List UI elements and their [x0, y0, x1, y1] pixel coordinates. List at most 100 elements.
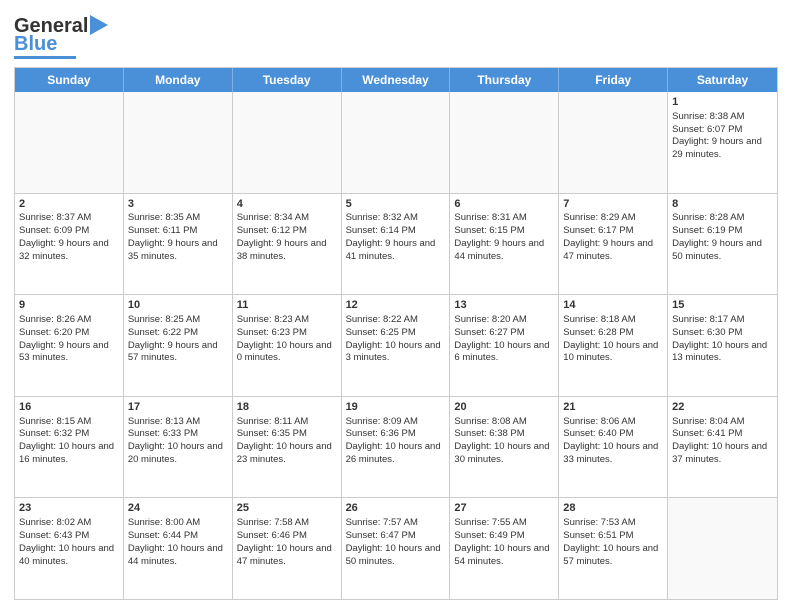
day-number: 26 [346, 501, 446, 516]
day-number: 7 [563, 197, 663, 212]
day-info: Sunrise: 8:02 AM Sunset: 6:43 PM Dayligh… [19, 517, 117, 566]
day-info: Sunrise: 8:37 AM Sunset: 6:09 PM Dayligh… [19, 212, 111, 261]
calendar-cell: 17Sunrise: 8:13 AM Sunset: 6:33 PM Dayli… [124, 397, 233, 498]
day-info: Sunrise: 8:04 AM Sunset: 6:41 PM Dayligh… [672, 416, 770, 465]
day-number: 22 [672, 400, 773, 415]
calendar-cell [668, 498, 777, 599]
day-number: 19 [346, 400, 446, 415]
day-info: Sunrise: 8:17 AM Sunset: 6:30 PM Dayligh… [672, 314, 770, 363]
calendar-row: 23Sunrise: 8:02 AM Sunset: 6:43 PM Dayli… [15, 498, 777, 599]
day-info: Sunrise: 8:29 AM Sunset: 6:17 PM Dayligh… [563, 212, 655, 261]
day-info: Sunrise: 8:15 AM Sunset: 6:32 PM Dayligh… [19, 416, 117, 465]
calendar-body: 1Sunrise: 8:38 AM Sunset: 6:07 PM Daylig… [15, 92, 777, 599]
calendar-cell: 14Sunrise: 8:18 AM Sunset: 6:28 PM Dayli… [559, 295, 668, 396]
calendar-cell: 15Sunrise: 8:17 AM Sunset: 6:30 PM Dayli… [668, 295, 777, 396]
header: General Blue [14, 12, 778, 59]
logo-blue: Blue [14, 34, 57, 54]
day-info: Sunrise: 8:23 AM Sunset: 6:23 PM Dayligh… [237, 314, 335, 363]
day-info: Sunrise: 7:53 AM Sunset: 6:51 PM Dayligh… [563, 517, 661, 566]
calendar-cell: 28Sunrise: 7:53 AM Sunset: 6:51 PM Dayli… [559, 498, 668, 599]
calendar-cell [450, 92, 559, 193]
day-number: 10 [128, 298, 228, 313]
calendar-cell: 12Sunrise: 8:22 AM Sunset: 6:25 PM Dayli… [342, 295, 451, 396]
calendar-cell: 4Sunrise: 8:34 AM Sunset: 6:12 PM Daylig… [233, 194, 342, 295]
day-number: 12 [346, 298, 446, 313]
day-number: 9 [19, 298, 119, 313]
day-number: 21 [563, 400, 663, 415]
calendar-cell: 16Sunrise: 8:15 AM Sunset: 6:32 PM Dayli… [15, 397, 124, 498]
day-number: 28 [563, 501, 663, 516]
day-info: Sunrise: 8:18 AM Sunset: 6:28 PM Dayligh… [563, 314, 661, 363]
day-info: Sunrise: 8:35 AM Sunset: 6:11 PM Dayligh… [128, 212, 220, 261]
day-info: Sunrise: 8:34 AM Sunset: 6:12 PM Dayligh… [237, 212, 329, 261]
calendar-cell: 5Sunrise: 8:32 AM Sunset: 6:14 PM Daylig… [342, 194, 451, 295]
logo: General Blue [14, 16, 108, 59]
weekday-header: Sunday [15, 68, 124, 92]
weekday-header: Saturday [668, 68, 777, 92]
page: General Blue SundayMondayTuesdayWednesda… [0, 0, 792, 612]
day-number: 17 [128, 400, 228, 415]
calendar-cell: 23Sunrise: 8:02 AM Sunset: 6:43 PM Dayli… [15, 498, 124, 599]
calendar-header: SundayMondayTuesdayWednesdayThursdayFrid… [15, 68, 777, 92]
calendar-cell [124, 92, 233, 193]
calendar-cell: 20Sunrise: 8:08 AM Sunset: 6:38 PM Dayli… [450, 397, 559, 498]
day-number: 3 [128, 197, 228, 212]
calendar-cell: 26Sunrise: 7:57 AM Sunset: 6:47 PM Dayli… [342, 498, 451, 599]
day-number: 8 [672, 197, 773, 212]
day-info: Sunrise: 7:55 AM Sunset: 6:49 PM Dayligh… [454, 517, 552, 566]
day-info: Sunrise: 8:09 AM Sunset: 6:36 PM Dayligh… [346, 416, 444, 465]
day-info: Sunrise: 8:00 AM Sunset: 6:44 PM Dayligh… [128, 517, 226, 566]
calendar-cell [342, 92, 451, 193]
calendar-cell: 10Sunrise: 8:25 AM Sunset: 6:22 PM Dayli… [124, 295, 233, 396]
day-info: Sunrise: 8:28 AM Sunset: 6:19 PM Dayligh… [672, 212, 764, 261]
calendar-cell: 21Sunrise: 8:06 AM Sunset: 6:40 PM Dayli… [559, 397, 668, 498]
day-number: 23 [19, 501, 119, 516]
calendar-cell: 6Sunrise: 8:31 AM Sunset: 6:15 PM Daylig… [450, 194, 559, 295]
calendar-cell [559, 92, 668, 193]
calendar-cell: 3Sunrise: 8:35 AM Sunset: 6:11 PM Daylig… [124, 194, 233, 295]
day-number: 11 [237, 298, 337, 313]
day-number: 20 [454, 400, 554, 415]
calendar: SundayMondayTuesdayWednesdayThursdayFrid… [14, 67, 778, 600]
day-number: 15 [672, 298, 773, 313]
day-number: 14 [563, 298, 663, 313]
logo-underline [14, 56, 76, 59]
calendar-cell: 19Sunrise: 8:09 AM Sunset: 6:36 PM Dayli… [342, 397, 451, 498]
day-number: 13 [454, 298, 554, 313]
day-info: Sunrise: 7:57 AM Sunset: 6:47 PM Dayligh… [346, 517, 444, 566]
calendar-row: 16Sunrise: 8:15 AM Sunset: 6:32 PM Dayli… [15, 397, 777, 499]
calendar-row: 2Sunrise: 8:37 AM Sunset: 6:09 PM Daylig… [15, 194, 777, 296]
calendar-cell [15, 92, 124, 193]
weekday-header: Tuesday [233, 68, 342, 92]
day-number: 16 [19, 400, 119, 415]
logo-icon [90, 15, 108, 35]
calendar-cell: 22Sunrise: 8:04 AM Sunset: 6:41 PM Dayli… [668, 397, 777, 498]
calendar-cell: 18Sunrise: 8:11 AM Sunset: 6:35 PM Dayli… [233, 397, 342, 498]
calendar-cell: 25Sunrise: 7:58 AM Sunset: 6:46 PM Dayli… [233, 498, 342, 599]
day-number: 18 [237, 400, 337, 415]
weekday-header: Friday [559, 68, 668, 92]
day-number: 2 [19, 197, 119, 212]
day-number: 4 [237, 197, 337, 212]
weekday-header: Monday [124, 68, 233, 92]
day-number: 25 [237, 501, 337, 516]
day-info: Sunrise: 7:58 AM Sunset: 6:46 PM Dayligh… [237, 517, 335, 566]
day-number: 27 [454, 501, 554, 516]
day-info: Sunrise: 8:32 AM Sunset: 6:14 PM Dayligh… [346, 212, 438, 261]
calendar-cell: 1Sunrise: 8:38 AM Sunset: 6:07 PM Daylig… [668, 92, 777, 193]
calendar-row: 9Sunrise: 8:26 AM Sunset: 6:20 PM Daylig… [15, 295, 777, 397]
calendar-cell: 24Sunrise: 8:00 AM Sunset: 6:44 PM Dayli… [124, 498, 233, 599]
day-info: Sunrise: 8:31 AM Sunset: 6:15 PM Dayligh… [454, 212, 546, 261]
day-info: Sunrise: 8:08 AM Sunset: 6:38 PM Dayligh… [454, 416, 552, 465]
calendar-row: 1Sunrise: 8:38 AM Sunset: 6:07 PM Daylig… [15, 92, 777, 194]
day-info: Sunrise: 8:22 AM Sunset: 6:25 PM Dayligh… [346, 314, 444, 363]
day-number: 6 [454, 197, 554, 212]
calendar-cell: 13Sunrise: 8:20 AM Sunset: 6:27 PM Dayli… [450, 295, 559, 396]
calendar-cell: 11Sunrise: 8:23 AM Sunset: 6:23 PM Dayli… [233, 295, 342, 396]
calendar-cell [233, 92, 342, 193]
day-info: Sunrise: 8:20 AM Sunset: 6:27 PM Dayligh… [454, 314, 552, 363]
weekday-header: Thursday [450, 68, 559, 92]
day-info: Sunrise: 8:13 AM Sunset: 6:33 PM Dayligh… [128, 416, 226, 465]
day-info: Sunrise: 8:06 AM Sunset: 6:40 PM Dayligh… [563, 416, 661, 465]
day-number: 1 [672, 95, 773, 110]
